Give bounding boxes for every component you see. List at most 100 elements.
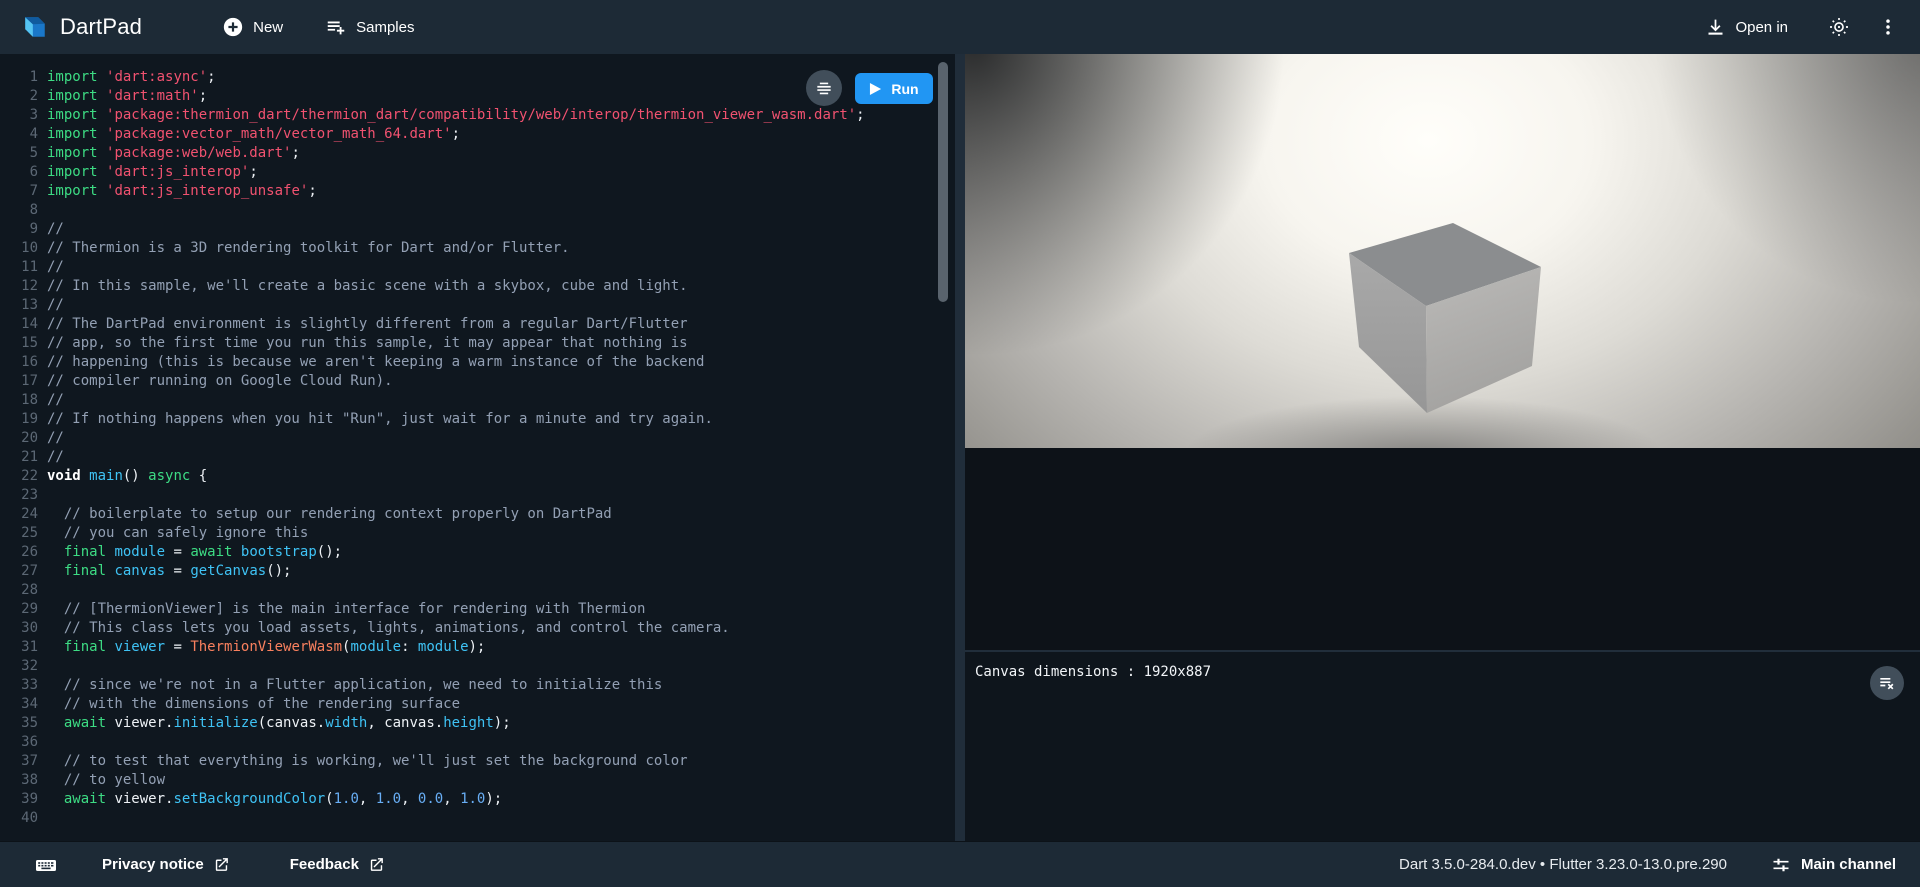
line-number: 40 — [0, 809, 38, 828]
code-line[interactable]: 33 // since we're not in a Flutter appli… — [0, 676, 955, 695]
code-line[interactable]: 8 — [0, 201, 955, 220]
header: DartPad New Samples Open in — [0, 0, 1920, 54]
code-line[interactable]: 12// In this sample, we'll create a basi… — [0, 277, 955, 296]
line-content: import 'dart:js_interop_unsafe'; — [47, 182, 317, 201]
code-line[interactable]: 16// happening (this is because we aren'… — [0, 353, 955, 372]
theme-toggle-button[interactable] — [1828, 16, 1850, 38]
code-line[interactable]: 40 — [0, 809, 955, 828]
code-line[interactable]: 23 — [0, 486, 955, 505]
line-number: 38 — [0, 771, 38, 790]
editor-scrollbar[interactable] — [938, 62, 948, 302]
code-line[interactable]: 38 // to yellow — [0, 771, 955, 790]
code-line[interactable]: 7import 'dart:js_interop_unsafe'; — [0, 182, 955, 201]
code-line[interactable]: 19// If nothing happens when you hit "Ru… — [0, 410, 955, 429]
line-number: 31 — [0, 638, 38, 657]
line-number: 4 — [0, 125, 38, 144]
code-line[interactable]: 18// — [0, 391, 955, 410]
clear-console-icon — [1877, 673, 1897, 693]
code-line[interactable]: 31 final viewer = ThermionViewerWasm(mod… — [0, 638, 955, 657]
kebab-menu-icon — [1878, 16, 1898, 38]
code-line[interactable]: 35 await viewer.initialize(canvas.width,… — [0, 714, 955, 733]
line-content: // compiler running on Google Cloud Run)… — [47, 372, 393, 391]
code-line[interactable]: 25 // you can safely ignore this — [0, 524, 955, 543]
code-line[interactable]: 3import 'package:thermion_dart/thermion_… — [0, 106, 955, 125]
new-button-label: New — [253, 19, 283, 36]
new-button[interactable]: New — [222, 16, 283, 38]
code-line[interactable]: 36 — [0, 733, 955, 752]
line-content: // This class lets you load assets, ligh… — [47, 619, 730, 638]
code-lines[interactable]: 1import 'dart:async';2import 'dart:math'… — [0, 54, 955, 828]
run-button[interactable]: Run — [855, 73, 933, 104]
app-title: DartPad — [60, 14, 142, 40]
line-number: 36 — [0, 733, 38, 752]
line-content: // — [47, 391, 64, 410]
code-line[interactable]: 10// Thermion is a 3D rendering toolkit … — [0, 239, 955, 258]
code-line[interactable]: 5import 'package:web/web.dart'; — [0, 144, 955, 163]
line-number: 9 — [0, 220, 38, 239]
code-line[interactable]: 14// The DartPad environment is slightly… — [0, 315, 955, 334]
main-area: 1import 'dart:async';2import 'dart:math'… — [0, 54, 1920, 841]
code-editor-panel: 1import 'dart:async';2import 'dart:math'… — [0, 54, 955, 841]
line-content: import 'package:web/web.dart'; — [47, 144, 300, 163]
code-line[interactable]: 22void main() async { — [0, 467, 955, 486]
line-number: 30 — [0, 619, 38, 638]
code-line[interactable]: 21// — [0, 448, 955, 467]
line-number: 26 — [0, 543, 38, 562]
channel-label: Main channel — [1801, 856, 1896, 873]
code-line[interactable]: 37 // to test that everything is working… — [0, 752, 955, 771]
external-link-icon — [368, 856, 385, 873]
line-content: // — [47, 429, 64, 448]
code-line[interactable]: 26 final module = await bootstrap(); — [0, 543, 955, 562]
download-icon — [1705, 17, 1726, 38]
code-line[interactable]: 13// — [0, 296, 955, 315]
tune-icon — [1771, 855, 1791, 875]
code-line[interactable]: 6import 'dart:js_interop'; — [0, 163, 955, 182]
render-canvas[interactable] — [965, 54, 1920, 448]
keyboard-icon — [34, 853, 58, 877]
open-in-label: Open in — [1735, 19, 1788, 36]
line-content: // The DartPad environment is slightly d… — [47, 315, 688, 334]
line-content: // you can safely ignore this — [47, 524, 308, 543]
line-number: 12 — [0, 277, 38, 296]
line-content: // — [47, 448, 64, 467]
brightness-sun-icon — [1828, 16, 1850, 38]
keyboard-shortcuts-button[interactable] — [34, 853, 58, 877]
line-content: final module = await bootstrap(); — [47, 543, 342, 562]
line-content: final viewer = ThermionViewerWasm(module… — [47, 638, 485, 657]
code-line[interactable]: 11// — [0, 258, 955, 277]
code-line[interactable]: 4import 'package:vector_math/vector_math… — [0, 125, 955, 144]
samples-button[interactable]: Samples — [325, 16, 414, 38]
line-number: 32 — [0, 657, 38, 676]
preview-panel: Canvas dimensions : 1920x887 — [965, 54, 1920, 841]
code-line[interactable]: 39 await viewer.setBackgroundColor(1.0, … — [0, 790, 955, 809]
console-panel[interactable]: Canvas dimensions : 1920x887 — [965, 652, 1920, 841]
code-line[interactable]: 9// — [0, 220, 955, 239]
code-line[interactable]: 15// app, so the first time you run this… — [0, 334, 955, 353]
code-line[interactable]: 17// compiler running on Google Cloud Ru… — [0, 372, 955, 391]
code-line[interactable]: 29 // [ThermionViewer] is the main inter… — [0, 600, 955, 619]
line-content: // [ThermionViewer] is the main interfac… — [47, 600, 645, 619]
code-line[interactable]: 30 // This class lets you load assets, l… — [0, 619, 955, 638]
line-number: 24 — [0, 505, 38, 524]
panel-splitter[interactable] — [955, 54, 965, 841]
feedback-link[interactable]: Feedback — [290, 856, 385, 873]
format-button[interactable] — [806, 70, 842, 106]
header-right: Open in — [1705, 16, 1898, 38]
code-line[interactable]: 27 final canvas = getCanvas(); — [0, 562, 955, 581]
code-line[interactable]: 20// — [0, 429, 955, 448]
line-content: // If nothing happens when you hit "Run"… — [47, 410, 713, 429]
overflow-menu-button[interactable] — [1878, 16, 1898, 38]
run-button-label: Run — [891, 81, 918, 97]
line-number: 6 — [0, 163, 38, 182]
line-content: // happening (this is because we aren't … — [47, 353, 704, 372]
clear-console-button[interactable] — [1870, 666, 1904, 700]
code-line[interactable]: 34 // with the dimensions of the renderi… — [0, 695, 955, 714]
code-line[interactable]: 24 // boilerplate to setup our rendering… — [0, 505, 955, 524]
playlist-add-icon — [325, 16, 347, 38]
code-line[interactable]: 32 — [0, 657, 955, 676]
open-in-button[interactable]: Open in — [1705, 17, 1788, 38]
privacy-notice-link[interactable]: Privacy notice — [102, 856, 230, 873]
line-content: import 'package:thermion_dart/thermion_d… — [47, 106, 865, 125]
channel-selector[interactable]: Main channel — [1771, 855, 1896, 875]
code-line[interactable]: 28 — [0, 581, 955, 600]
